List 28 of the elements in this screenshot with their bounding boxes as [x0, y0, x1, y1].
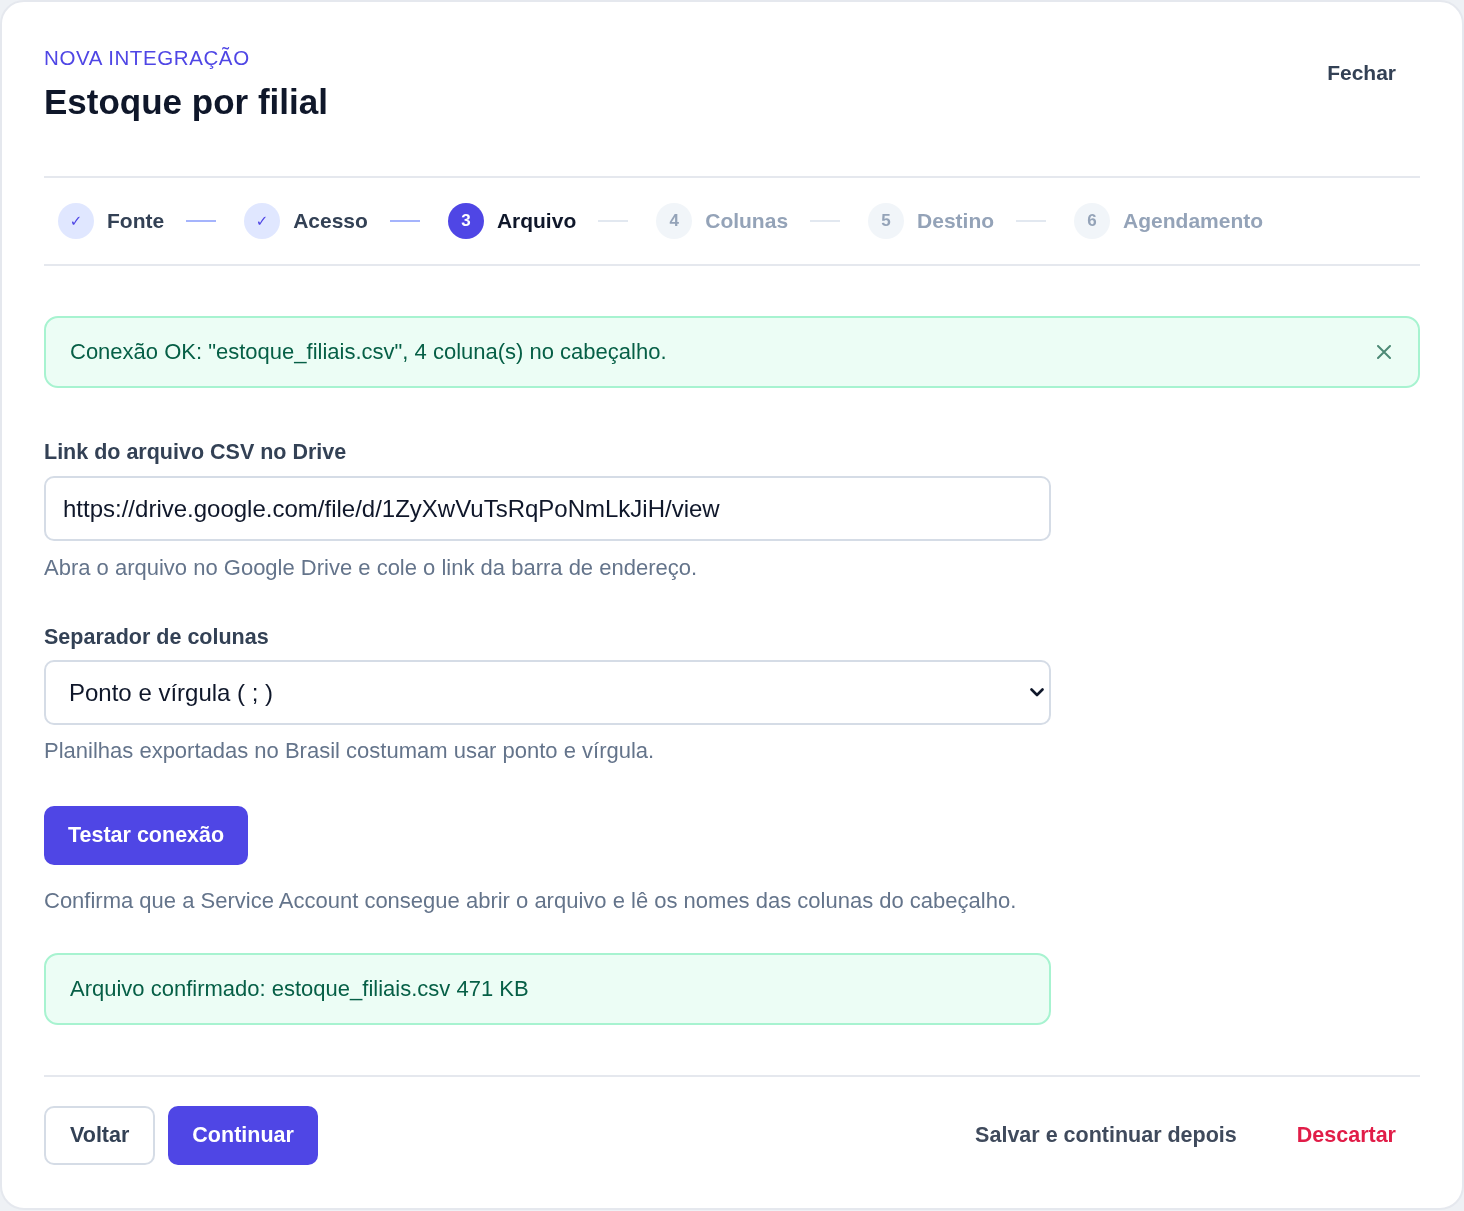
field-hint: Abra o arquivo no Google Drive e cole o link da barra de endereço.	[44, 555, 698, 581]
test-hint: Confirma que a Service Account consegue abrir o arquivo e lê os nomes das colunas do cabeçalho.	[44, 888, 1017, 914]
step-label[interactable]: Arquivo	[496, 208, 577, 234]
step-marker: 4	[656, 203, 693, 239]
step-marker: 5	[868, 203, 905, 239]
step-marker: 6	[1074, 203, 1111, 239]
test-connection-button[interactable]: Testar conexão	[44, 806, 249, 865]
step-label[interactable]: Fonte	[107, 208, 165, 234]
result-message: Arquivo confirmado: estoque_filiais.csv 471 KB	[70, 976, 529, 1002]
close-button[interactable]: Fechar	[1303, 51, 1420, 95]
field-label: Link do arquivo CSV no Drive	[44, 439, 347, 465]
dialog-title: Estoque por filial	[44, 81, 328, 123]
step-marker: ✓	[244, 203, 281, 239]
eyebrow-label: NOVA INTEGRAÇÃO	[44, 46, 251, 70]
discard-button[interactable]: Descartar	[1272, 1106, 1420, 1165]
save-later-button[interactable]: Salvar e continuar depois	[951, 1106, 1261, 1165]
chevron-down-icon	[1030, 688, 1044, 697]
step-marker: ✓	[58, 203, 94, 239]
banner-message: Conexão OK: "estoque_filiais.csv", 4 coluna(s) no cabeçalho.	[70, 339, 667, 365]
continue-button[interactable]: Continuar	[168, 1106, 318, 1165]
field-label: Separador de colunas	[44, 624, 269, 650]
step-label[interactable]: Acesso	[293, 208, 368, 234]
close-icon[interactable]	[1377, 345, 1391, 359]
back-button[interactable]: Voltar	[44, 1106, 156, 1165]
link-input[interactable]: https://drive.google.com/file/d/1ZyXwVuTsRqPoNmLkJiH/view	[44, 476, 1051, 541]
field-hint: Planilhas exportadas no Brasil costumam usar ponto e vírgula.	[44, 738, 655, 764]
separator-select[interactable]: Ponto e vírgula ( ; )	[44, 660, 1051, 725]
step-marker: 3	[447, 203, 484, 239]
